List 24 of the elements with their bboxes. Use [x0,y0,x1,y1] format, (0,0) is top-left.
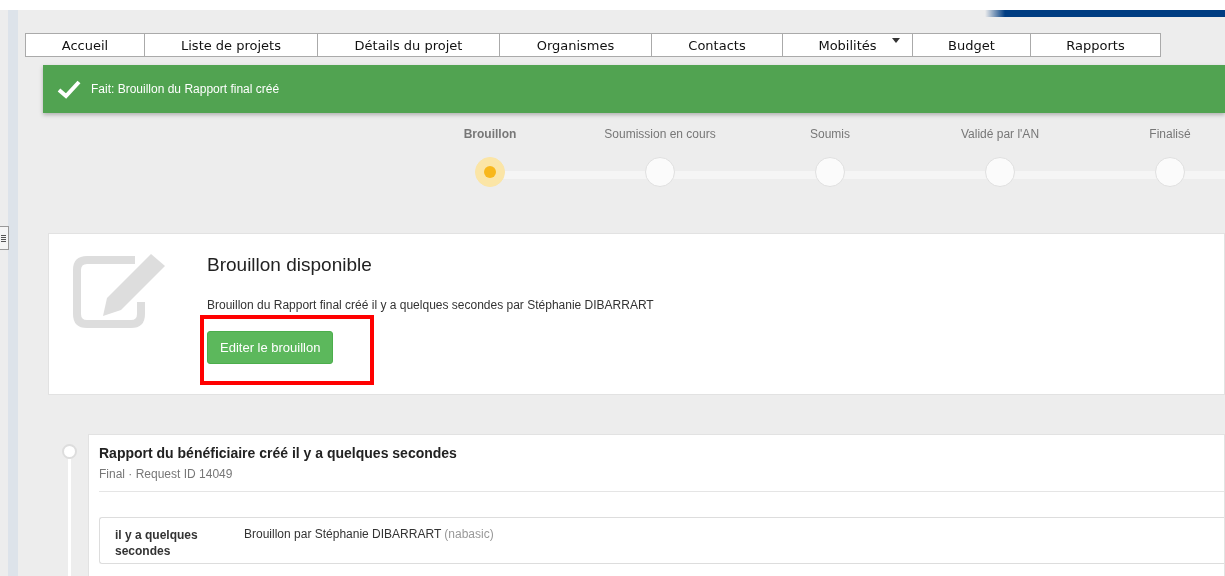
entry-time: il y a quelques secondes [114,527,199,559]
alert-message: Fait: Brouillon du Rapport final créé [91,82,280,96]
check-icon [57,79,81,99]
nav-tab[interactable]: Accueil [25,33,145,57]
card-text: Brouillon du Rapport final créé il y a quelques secondes par Stéphanie DIBARRART [207,298,654,312]
nav-tab[interactable]: Organismes [500,33,652,57]
step-label: Brouillon [463,127,517,143]
nav-tab[interactable]: Détails du projet [318,33,500,57]
nav-tab[interactable]: Rapports [1031,33,1161,57]
card-title: Brouillon disponible [207,254,373,276]
entry-text: Brouillon par Stéphanie DIBARRART (nabasic) [244,526,494,543]
nav-tab[interactable]: Budget [913,33,1031,57]
step-label: Finalisé [1149,127,1191,143]
panel-handle[interactable] [0,226,9,250]
nav-tab[interactable]: Liste de projets [145,33,318,57]
nav-tab[interactable]: Mobilités [783,33,913,57]
caret-icon [892,38,900,43]
timeline-dot [61,444,77,459]
event-subtitle: Final · Request ID 14049 [99,467,234,481]
step-label: Validé par l'AN [960,127,1040,143]
step-label: Soumission en cours [604,127,716,143]
nav-tab[interactable]: Contacts [652,33,783,57]
event-title: Rapport du bénéficiaire créé il y a quelques secondes [99,445,458,461]
step-label: Soumis [810,127,850,143]
